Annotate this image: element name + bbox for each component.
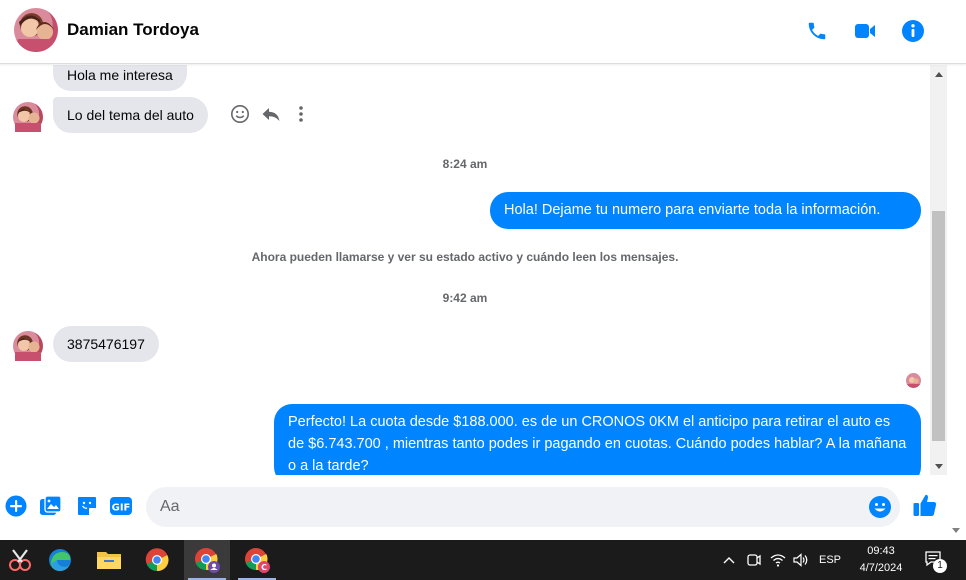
incoming-message: 3875476197	[53, 326, 159, 362]
chat-scrollbar[interactable]	[930, 65, 947, 475]
chrome-profile-icon[interactable]	[184, 540, 230, 580]
outgoing-message: Perfecto! La cuota desde $188.000. es de…	[274, 404, 921, 475]
language-indicator[interactable]: ESP	[815, 540, 845, 580]
message-text: 3875476197	[67, 336, 145, 352]
sticker-icon[interactable]	[75, 494, 99, 518]
message-composer: GIF	[0, 478, 947, 540]
outgoing-message: Hola! Dejame tu numero para enviarte tod…	[490, 192, 921, 229]
scroll-up-arrow-icon[interactable]	[930, 65, 947, 82]
windows-taskbar: C ESP 09:43 4/7/2024 1	[0, 540, 966, 580]
system-clock[interactable]: 09:43 4/7/2024	[850, 543, 912, 577]
message-list[interactable]: Hola me interesa Lo del tema del auto 8:…	[0, 65, 930, 475]
page-scroll-gutter	[947, 65, 966, 540]
emoji-icon[interactable]	[868, 495, 892, 519]
image-icon[interactable]	[39, 494, 63, 518]
edge-icon[interactable]	[37, 540, 83, 580]
notification-count-badge: 1	[933, 559, 947, 573]
file-explorer-icon[interactable]	[86, 540, 132, 580]
message-text: Perfecto! La cuota desde $188.000. es de…	[288, 414, 907, 474]
system-notice: Ahora pueden llamarse y ver su estado ac…	[251, 250, 679, 264]
message-text: Lo del tema del auto	[67, 107, 194, 123]
incoming-message: Hola me interesa	[53, 65, 187, 91]
svg-text:GIF: GIF	[112, 503, 131, 514]
gif-icon[interactable]: GIF	[109, 494, 133, 518]
scroll-down-arrow-icon[interactable]	[930, 458, 947, 475]
message-text: Hola! Dejame tu numero para enviarte tod…	[504, 202, 881, 218]
chrome-profile-2-icon[interactable]: C	[234, 540, 280, 580]
info-icon[interactable]	[900, 18, 926, 44]
svg-text:C: C	[261, 563, 267, 572]
video-icon[interactable]	[852, 18, 878, 44]
contact-name[interactable]: Damian Tordoya	[67, 20, 199, 40]
plus-icon[interactable]	[4, 494, 28, 518]
message-input[interactable]	[146, 487, 900, 527]
message-text: Hola me interesa	[67, 67, 173, 83]
tray-overflow-chevron-icon[interactable]	[718, 540, 740, 580]
message-timestamp: 8:24 am	[442, 157, 488, 171]
more-options-icon[interactable]	[290, 103, 312, 125]
volume-icon[interactable]	[790, 540, 812, 580]
wifi-icon[interactable]	[767, 540, 789, 580]
page-scroll-down-icon[interactable]	[950, 525, 962, 537]
incoming-message: Lo del tema del auto	[53, 97, 208, 133]
react-emoji-icon[interactable]	[229, 103, 251, 125]
contact-avatar[interactable]	[14, 8, 58, 52]
chat-header: Damian Tordoya	[0, 0, 966, 64]
sender-avatar[interactable]	[13, 331, 43, 361]
notification-center-icon[interactable]: 1	[920, 540, 950, 580]
meet-now-icon[interactable]	[743, 540, 765, 580]
chrome-icon[interactable]	[134, 540, 180, 580]
like-icon[interactable]	[912, 492, 938, 518]
sender-avatar[interactable]	[13, 102, 43, 132]
reply-icon[interactable]	[260, 103, 282, 125]
scrollbar-thumb[interactable]	[932, 211, 945, 441]
read-receipt-avatar	[906, 373, 921, 388]
clock-time: 09:43	[867, 545, 895, 557]
message-timestamp: 9:42 am	[442, 291, 488, 305]
phone-icon[interactable]	[804, 18, 830, 44]
clock-date: 4/7/2024	[859, 562, 903, 574]
